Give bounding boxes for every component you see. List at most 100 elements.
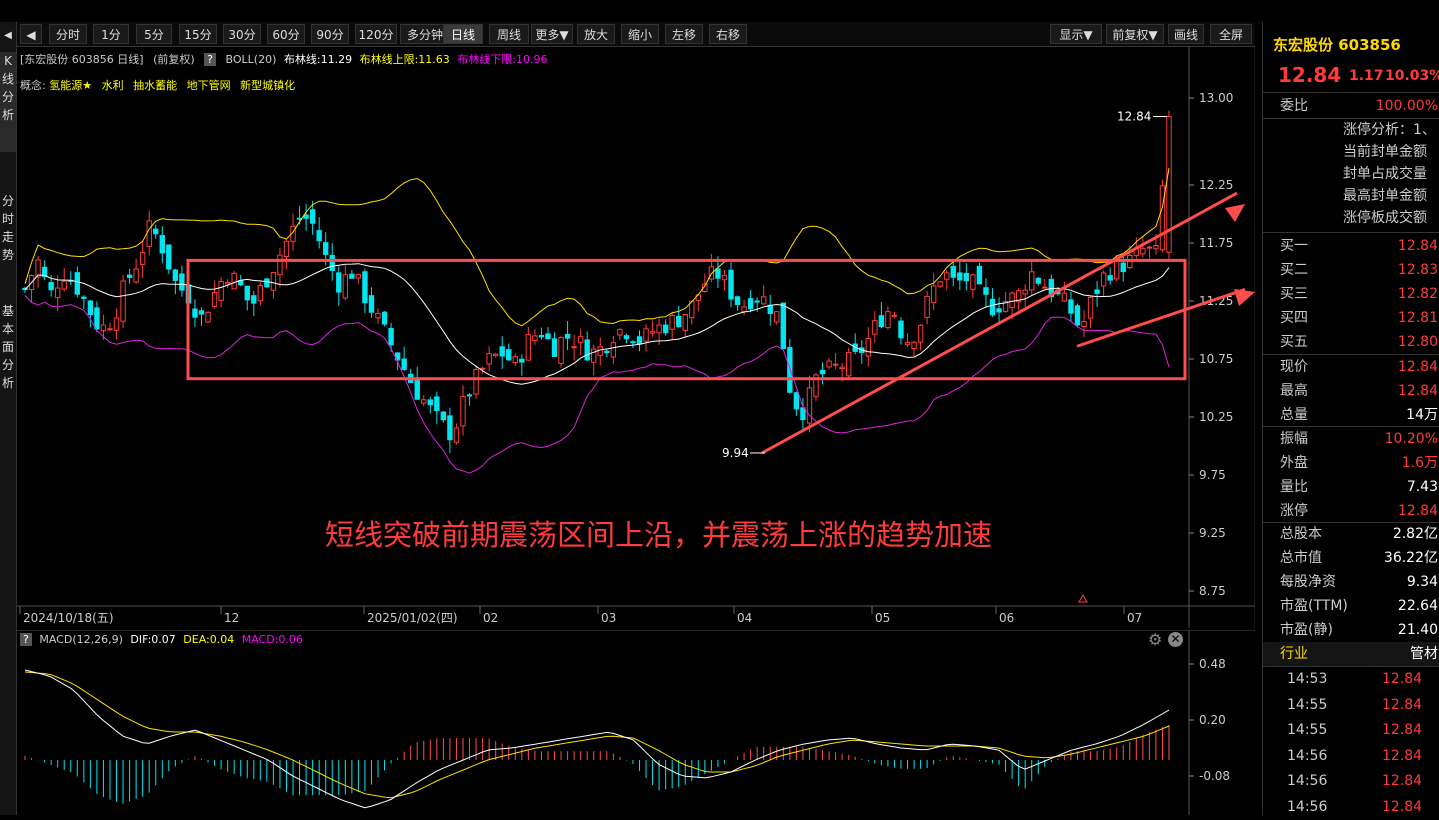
concept-tag[interactable]: 地下管网	[187, 79, 231, 92]
tb-90min[interactable]: 90分	[311, 24, 349, 44]
candle-body	[538, 335, 545, 338]
candle-body	[479, 367, 486, 370]
candle-body	[447, 415, 453, 441]
candle-body	[1035, 277, 1041, 284]
candle-body	[904, 342, 911, 346]
y-tick-label: 10.25	[1199, 410, 1233, 424]
tb-move-left[interactable]: 左移	[665, 24, 703, 44]
candle-body	[963, 272, 970, 282]
tb-back-button[interactable]: ◀	[20, 24, 42, 44]
macd-chart[interactable]: 0.48 0.20 -0.08	[17, 630, 1255, 815]
tb-120min[interactable]: 120分	[355, 24, 397, 44]
candle-body	[107, 328, 113, 331]
tb-display[interactable]: 显示▼	[1050, 24, 1102, 44]
candle-body	[100, 324, 107, 332]
tb-draw[interactable]: 画线	[1168, 24, 1204, 44]
nav-item-intraday[interactable]: 分时走势	[0, 192, 16, 272]
y-tick-label: 8.75	[1199, 584, 1226, 598]
candle-body	[434, 396, 440, 412]
tb-60min[interactable]: 60分	[267, 24, 305, 44]
candle-body	[930, 285, 937, 304]
nav-item-fundamental[interactable]: 基本面分析	[0, 302, 16, 402]
tb-fenshi[interactable]: 分时	[49, 24, 87, 44]
fq-label: (前复权)	[153, 53, 195, 66]
candle-body	[316, 230, 322, 242]
limit-up-item: 最高封单金额	[1343, 188, 1427, 204]
candle-body	[898, 320, 904, 339]
tb-1min[interactable]: 1分	[93, 24, 129, 44]
tb-fullscreen[interactable]: 全屏	[1210, 24, 1252, 44]
candle-body	[94, 307, 100, 330]
concept-tag[interactable]: 新型城镇化	[240, 79, 295, 92]
settings-icon[interactable]: ⚙	[1148, 632, 1162, 648]
candle-body	[532, 335, 538, 342]
candle-body	[355, 273, 362, 279]
candle-body	[192, 308, 198, 318]
candle-body	[649, 331, 656, 334]
limit-up-item: 封单占成交量	[1343, 166, 1427, 182]
stock-name: 东宏股份 603856	[1273, 36, 1401, 54]
tb-15min[interactable]: 15分	[179, 24, 217, 44]
candle-body	[564, 334, 571, 339]
tb-5min[interactable]: 5分	[136, 24, 172, 44]
fundamental-row: 总股本 2.82亿	[1280, 526, 1438, 542]
help-icon[interactable]: ?	[204, 53, 217, 66]
arrow-head-icon	[1234, 289, 1255, 306]
candle-body	[970, 274, 976, 290]
tb-zoom-out[interactable]: 缩小	[621, 24, 659, 44]
x-tick-label: 02	[483, 611, 498, 625]
candle-body	[179, 273, 185, 291]
candle-body	[872, 320, 878, 335]
industry-row[interactable]: 行业 管材	[1263, 642, 1439, 666]
macd-help-icon[interactable]: ?	[20, 633, 32, 646]
concept-tag[interactable]: 抽水蓄能	[133, 79, 177, 92]
price-change: 1.17	[1349, 68, 1384, 84]
candle-body	[251, 295, 257, 304]
candle-body	[368, 295, 375, 313]
bid-row: 买一 12.84	[1280, 238, 1438, 254]
candle-body	[113, 317, 120, 331]
tick-row: 14:53 12.84	[1287, 671, 1423, 687]
candle-body	[617, 328, 623, 336]
candle-body	[917, 324, 924, 343]
candle-body	[636, 336, 643, 345]
stock-title: [东宏股份 603856 日线]	[20, 53, 144, 66]
candle-body	[270, 272, 277, 291]
tb-qfq[interactable]: 前复权▼	[1106, 24, 1164, 44]
candle-body	[336, 272, 342, 293]
candle-body	[734, 296, 741, 305]
x-tick-label: 2024/10/18(五)	[23, 611, 114, 625]
trend-arrow	[761, 191, 1238, 455]
candle-body	[911, 341, 917, 350]
tb-daily[interactable]: 日线	[443, 24, 483, 44]
candle-body	[1153, 244, 1159, 250]
y-tick-label: 12.25	[1199, 178, 1233, 192]
bid-row: 买四 12.81	[1280, 310, 1438, 326]
candle-body	[35, 259, 41, 278]
close-icon[interactable]: ✕	[1168, 632, 1183, 647]
tb-move-right[interactable]: 右移	[709, 24, 747, 44]
tb-weekly[interactable]: 周线	[489, 24, 529, 44]
macd-title[interactable]: MACD(12,26,9)	[39, 633, 123, 646]
fundamental-row: 每股净资 9.34	[1280, 574, 1438, 590]
limit-up-item: 涨停分析：1、	[1343, 122, 1436, 138]
candle-body	[362, 271, 368, 304]
bid-row: 买三 12.82	[1280, 286, 1438, 302]
tb-more[interactable]: 更多▼	[531, 24, 573, 44]
candle-body	[832, 363, 839, 366]
nav-item-kline[interactable]: K线分析	[0, 52, 16, 152]
candle-body	[976, 265, 983, 285]
concept-tag[interactable]: 水利	[102, 79, 124, 92]
macd-dif: DIF:0.07	[130, 633, 176, 646]
candle-body	[264, 278, 270, 288]
candle-body	[492, 353, 499, 357]
boll-low: 布林线下限:10.96	[457, 53, 548, 66]
candle-body	[682, 314, 688, 331]
tb-zoom-in[interactable]: 放大	[577, 24, 615, 44]
nav-arrow-icon[interactable]: ◀	[0, 28, 16, 44]
tb-30min[interactable]: 30分	[223, 24, 261, 44]
candle-body	[244, 285, 250, 301]
boll-title[interactable]: BOLL(20)	[226, 53, 277, 66]
candle-body	[845, 351, 852, 377]
concept-tag[interactable]: 氢能源★	[49, 79, 92, 92]
